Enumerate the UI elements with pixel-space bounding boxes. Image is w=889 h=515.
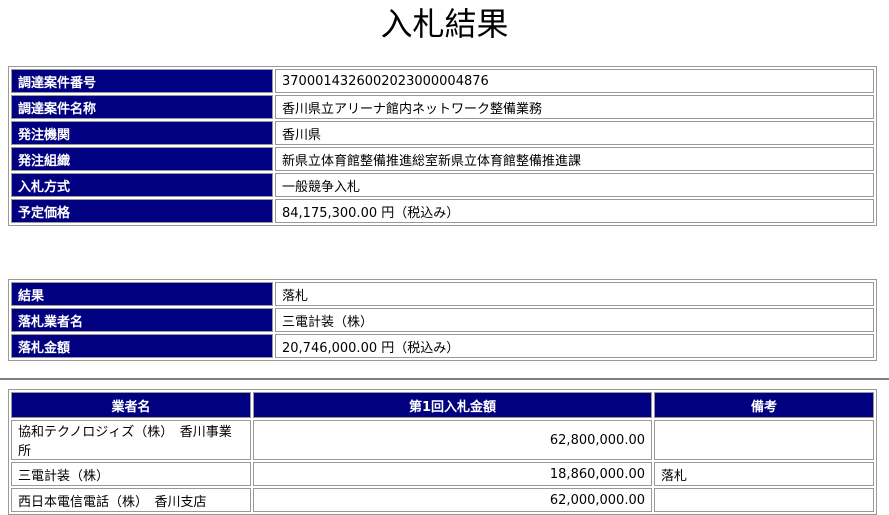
result-label: 落札業者名 [11,308,273,332]
result-value: 20,746,000.00 円（税込み） [275,334,874,358]
result-label: 落札金額 [11,334,273,358]
bidder-name: 西日本電信電話（株） 香川支店 [11,488,251,512]
table-row: 調達案件番号 3700014326002023000004876 [11,69,874,93]
page-title: 入札結果 [380,5,509,43]
column-header-note: 備考 [654,392,874,418]
table-row: 発注機関 香川県 [11,121,874,145]
bid-note: 落札 [654,462,874,486]
table-row: 予定価格 84,175,300.00 円（税込み） [11,199,874,223]
bid-note [654,488,874,512]
bidder-name: 三電計装（株） [11,462,251,486]
section-divider [0,378,889,380]
result-label: 結果 [11,282,273,306]
info-value: 3700014326002023000004876 [275,69,874,93]
table-row: 発注組織 新県立体育館整備推進総室新県立体育館整備推進課 [11,147,874,171]
info-label: 調達案件番号 [11,69,273,93]
table-row: 入札方式 一般競争入札 [11,173,874,197]
table-row: 西日本電信電話（株） 香川支店 62,000,000.00 [11,488,874,512]
award-result-table: 結果 落札 落札業者名 三電計装（株） 落札金額 20,746,000.00 円… [8,279,877,361]
bid-list-table: 業者名 第1回入札金額 備考 協和テクノロジィズ（株） 香川事業所 62,800… [8,389,877,515]
bid-amount: 62,800,000.00 [253,420,652,460]
info-value: 84,175,300.00 円（税込み） [275,199,874,223]
info-value: 香川県立アリーナ館内ネットワーク整備業務 [275,95,874,119]
table-header-row: 業者名 第1回入札金額 備考 [11,392,874,418]
info-label: 調達案件名称 [11,95,273,119]
info-value: 香川県 [275,121,874,145]
info-label: 発注機関 [11,121,273,145]
table-row: 協和テクノロジィズ（株） 香川事業所 62,800,000.00 [11,420,874,460]
bidder-name: 協和テクノロジィズ（株） 香川事業所 [11,420,251,460]
table-row: 結果 落札 [11,282,874,306]
info-value: 新県立体育館整備推進総室新県立体育館整備推進課 [275,147,874,171]
info-label: 入札方式 [11,173,273,197]
bid-amount: 62,000,000.00 [253,488,652,512]
table-row: 落札金額 20,746,000.00 円（税込み） [11,334,874,358]
table-row: 落札業者名 三電計装（株） [11,308,874,332]
bid-amount: 18,860,000.00 [253,462,652,486]
info-value: 一般競争入札 [275,173,874,197]
column-header-bidder: 業者名 [11,392,251,418]
column-header-amount: 第1回入札金額 [253,392,652,418]
info-label: 発注組織 [11,147,273,171]
table-row: 調達案件名称 香川県立アリーナ館内ネットワーク整備業務 [11,95,874,119]
bid-note [654,420,874,460]
result-value: 落札 [275,282,874,306]
table-row: 三電計装（株） 18,860,000.00 落札 [11,462,874,486]
result-value: 三電計装（株） [275,308,874,332]
procurement-info-table: 調達案件番号 3700014326002023000004876 調達案件名称 … [8,66,877,226]
info-label: 予定価格 [11,199,273,223]
